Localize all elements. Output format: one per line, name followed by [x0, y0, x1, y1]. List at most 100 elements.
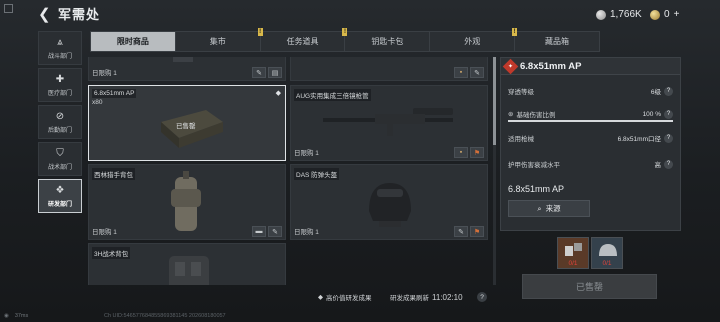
logistics-gear-icon: ⊘ [55, 110, 65, 122]
purchase-limit: 日限购 1 [294, 150, 319, 157]
nav-research[interactable]: ❖ 研发部门 [38, 179, 82, 213]
card-actions: ▬ ✎ [252, 226, 282, 237]
sold-out-label: 已售罄 [176, 123, 196, 130]
source-button[interactable]: ⌕ 来源 [508, 200, 590, 217]
flag-icon[interactable]: ⚑ [470, 147, 484, 158]
high-value-note: ◆ 高价值研发成果 [318, 292, 372, 302]
card-actions: ▪ ✎ [454, 67, 484, 78]
nav-label: 战术部门 [47, 164, 72, 171]
product-card-ammo[interactable]: 6.8x51mm AP x80 ◆ 已售罄 [88, 85, 286, 161]
material-slot[interactable]: 0/1 [591, 237, 623, 269]
product-grid: 日限购 1 ✎ ▤ ▪ ✎ 6.8x51mm AP x80 ◆ 已售罄 AUG实… [88, 57, 490, 285]
pen-icon[interactable]: ✎ [268, 226, 282, 237]
item-name: 3H战术背包 [92, 247, 131, 259]
wifi-icon: ◉ [4, 313, 9, 319]
pen-icon[interactable]: ✎ [470, 67, 484, 78]
stat-value: 高 [654, 162, 662, 169]
penetration-row: 穿透等级 6级? [508, 86, 673, 96]
pen-icon[interactable]: ✎ [454, 226, 468, 237]
tab-quest-items[interactable]: 任务道具! [261, 28, 348, 51]
eye-icon: ◆ [318, 294, 323, 301]
help-icon[interactable]: ? [664, 109, 673, 119]
shield-icon: ⛉ [56, 147, 64, 159]
purchase-limit: 日限购 1 [294, 229, 319, 236]
gold-coin-icon [650, 9, 660, 20]
weapon-row: 适用枪械 6.8x51mm口径? [508, 133, 673, 143]
purchase-limit: 日限购 1 [92, 229, 117, 236]
help-icon[interactable]: ? [664, 159, 673, 169]
gold-add-icon[interactable]: + [674, 9, 680, 20]
silver-coin-icon [596, 9, 606, 20]
flag-icon[interactable]: ⚑ [470, 226, 484, 237]
helmet-icon [369, 183, 411, 227]
helmet-material-icon [599, 244, 617, 256]
tab-label: 限时商品 [116, 37, 149, 46]
latency-readout: 37ms [14, 313, 29, 319]
rifle-barrel-icon [323, 108, 453, 136]
help-icon[interactable]: ? [664, 86, 673, 96]
research-diamond-icon: ❖ [55, 184, 65, 196]
sold-out-button: 已售罄 [522, 274, 657, 299]
back-button[interactable]: ❮ [38, 7, 51, 23]
search-icon: ⌕ [537, 203, 542, 213]
nav-logistics[interactable]: ⊘ 后勤部门 [38, 105, 82, 139]
stat-label: 基础伤害比例 [516, 112, 556, 119]
tab-collection-box[interactable]: 藏品箱 [515, 32, 599, 51]
gear-icon[interactable]: ▬ [252, 226, 266, 237]
stat-value: 100 % [642, 110, 661, 118]
stat-label: 穿透等级 [508, 89, 534, 96]
tab-label: 藏品箱 [545, 37, 570, 46]
tab-keycards[interactable]: 钥匙卡包 [345, 32, 431, 51]
product-card-backpack[interactable]: 西林猎手背包 日限购 1 ▬ ✎ [88, 164, 286, 240]
gold-currency[interactable]: 0 + [650, 8, 679, 21]
help-button[interactable]: ? [477, 292, 487, 302]
silver-amount: 1,766K [610, 9, 642, 20]
refresh-label: 研发成果刷新 [390, 295, 429, 302]
tab-label: 集市 [209, 37, 226, 46]
product-card[interactable]: 日限购 1 ✎ ▤ [88, 57, 286, 81]
trash-icon[interactable]: ▤ [268, 67, 282, 78]
status-bar: ◉ 37ms [4, 313, 28, 319]
armor-row: 护甲伤害衰减水平 高? [508, 159, 673, 169]
pen-icon[interactable]: ✎ [252, 67, 266, 78]
product-card-barrel[interactable]: AUG实用集成三倍镜枪管 日限购 1 ▪ ⚑ [290, 85, 488, 161]
detail-header: ✦ 6.8x51mm AP [501, 58, 680, 75]
tab-label: 任务道具 [286, 37, 319, 46]
material-count: 0/1 [568, 260, 578, 267]
gold-amount: 0 [664, 9, 670, 20]
damage-bar [508, 120, 673, 122]
tab-limited[interactable]: 限时商品 [91, 32, 176, 51]
watch-eye-icon[interactable]: ◆ [276, 89, 281, 97]
backpack-icon [171, 171, 201, 231]
grid-scrollbar[interactable] [493, 57, 496, 285]
material-slot[interactable]: 0/1 [557, 237, 589, 269]
help-icon[interactable]: ? [664, 133, 673, 143]
damage-bar-fill [508, 120, 673, 122]
item-name: DAS 防弹头盔 [294, 168, 340, 180]
item-quantity: x80 [92, 99, 103, 106]
nav-label: 医疗部门 [47, 90, 72, 97]
product-card[interactable]: ▪ ✎ [290, 57, 488, 81]
nav-label: 后勤部门 [47, 127, 72, 134]
product-card-chest-rig[interactable]: 3H战术背包 [88, 243, 286, 285]
item-thumbnail-icon [321, 57, 471, 60]
mod-icon[interactable]: ▪ [454, 147, 468, 158]
chest-rig-icon [169, 256, 209, 285]
scrollbar-thumb[interactable] [493, 57, 496, 145]
tab-market[interactable]: 集市! [176, 28, 263, 51]
window-menu-icon[interactable] [4, 4, 13, 13]
nav-medical[interactable]: ✚ 医疗部门 [38, 68, 82, 102]
tab-appearance[interactable]: 外观! [430, 28, 518, 51]
nav-combat[interactable]: ⩓ 战斗部门 [38, 31, 82, 65]
stat-label: 适用枪械 [508, 136, 534, 143]
mod-icon[interactable]: ▪ [454, 67, 468, 78]
product-card-helmet[interactable]: DAS 防弹头盔 日限购 1 ✎ ⚑ [290, 164, 488, 240]
refresh-timer: 研发成果刷新 11:02:10 [390, 292, 463, 303]
item-name: 6.8x51mm AP [508, 184, 565, 194]
card-actions: ▪ ⚑ [454, 147, 484, 158]
purchase-limit: 日限购 1 [92, 70, 117, 77]
refresh-time: 11:02:10 [432, 292, 463, 302]
nav-tactical[interactable]: ⛉ 战术部门 [38, 142, 82, 176]
source-label: 来源 [545, 204, 561, 213]
nav-label: 研发部门 [47, 201, 72, 208]
